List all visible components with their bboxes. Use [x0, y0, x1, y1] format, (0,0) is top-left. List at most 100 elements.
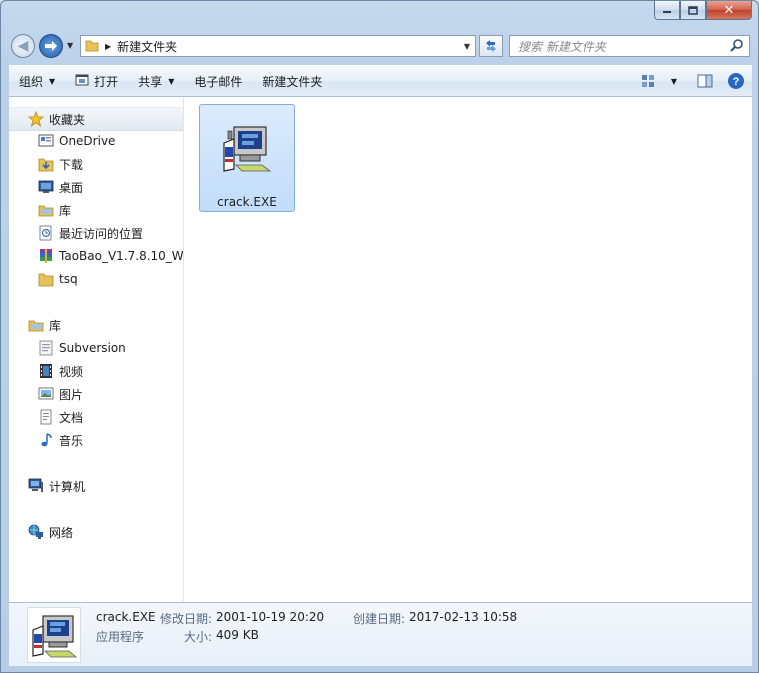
breadcrumb-current[interactable]: 新建文件夹 [117, 38, 177, 55]
close-icon: ✕ [723, 2, 735, 18]
help-icon: ? [728, 73, 744, 89]
chevron-down-icon: ▼ [49, 76, 56, 86]
details-filename: crack.EXE [96, 610, 156, 624]
chevron-down-icon: ▼ [168, 76, 175, 86]
archive-icon [37, 247, 55, 265]
organize-label: 组织 [19, 74, 44, 89]
close-button[interactable]: ✕ [706, 1, 752, 20]
pictures-icon [37, 385, 55, 403]
forward-arrow-icon [45, 41, 57, 51]
organize-menu[interactable]: 组织 ▼ [9, 66, 65, 96]
preview-pane-button[interactable] [690, 74, 720, 88]
view-grid-icon [641, 75, 654, 87]
nav-item-label: OneDrive [59, 134, 116, 148]
nav-favorites[interactable]: 收藏夹 [9, 107, 183, 131]
view-options-dropdown[interactable]: ▼ [664, 77, 684, 86]
open-icon [75, 73, 89, 90]
command-bar: 组织 ▼ 打开 共享 ▼ 电子邮件 新建文件夹 ▼ ? [9, 65, 752, 97]
folder-icon [37, 270, 55, 288]
nav-item-label: tsq [59, 272, 78, 286]
nav-item-label: 库 [59, 203, 72, 218]
nav-computer[interactable]: 计算机 [9, 475, 183, 497]
details-modified-value: 2001-10-19 20:20 [216, 610, 325, 624]
maximize-button[interactable] [680, 1, 706, 20]
library-icon [37, 201, 55, 219]
nav-item-taobao[interactable]: TaoBao_V1.7.8.10_Wi [9, 245, 184, 267]
breadcrumb-arrow-icon[interactable]: ▶ [105, 42, 111, 51]
nav-item-label: 桌面 [59, 180, 84, 195]
details-modified-label: 修改日期: [160, 612, 213, 626]
maximize-icon [688, 5, 698, 15]
nav-item-downloads[interactable]: 下载 [9, 153, 183, 175]
forward-button[interactable] [39, 34, 63, 58]
recent-places-icon [37, 224, 55, 242]
open-button[interactable]: 打开 [65, 66, 128, 96]
file-list[interactable]: crack.EXE [184, 97, 752, 602]
explorer-window: ✕ ◀ ▼ ▶ 新建文件夹 ▼ 搜索 新建文件夹 组织 ▼ 打开 共享 ▼ 电子… [0, 0, 759, 673]
nav-item-documents[interactable]: 文档 [9, 406, 183, 428]
nav-item-videos[interactable]: 视频 [9, 360, 183, 382]
navigation-pane: 收藏夹 OneDrive 下载 桌面 库 最近访问的位置 TaoBao_V1.7… [9, 97, 184, 602]
new-folder-button[interactable]: 新建文件夹 [252, 66, 332, 96]
nav-computer-label: 计算机 [49, 479, 86, 494]
video-icon [37, 362, 55, 380]
svg-text:?: ? [733, 76, 740, 88]
nav-favorites-label: 收藏夹 [49, 112, 86, 127]
minimize-button[interactable] [654, 1, 680, 20]
address-dropdown[interactable]: ▼ [464, 42, 470, 51]
nav-libraries-label: 库 [49, 318, 62, 333]
email-button[interactable]: 电子邮件 [184, 66, 252, 96]
nav-network-label: 网络 [49, 525, 74, 540]
back-arrow-icon: ◀ [17, 38, 29, 54]
details-size-label: 大小: [184, 630, 213, 644]
computer-icon [27, 477, 45, 495]
network-icon [27, 523, 45, 541]
onedrive-icon [37, 132, 55, 150]
view-controls: ▼ ? [634, 72, 752, 90]
email-label: 电子邮件 [194, 74, 243, 89]
libraries-icon [27, 316, 45, 334]
back-button[interactable]: ◀ [11, 34, 35, 58]
search-box[interactable]: 搜索 新建文件夹 [509, 35, 750, 57]
refresh-icon [486, 40, 496, 52]
nav-item-label: 最近访问的位置 [59, 226, 144, 241]
new-folder-label: 新建文件夹 [262, 74, 323, 89]
nav-item-pictures[interactable]: 图片 [9, 383, 183, 405]
nav-item-label: Subversion [59, 341, 126, 355]
installer-exe-icon [27, 607, 81, 663]
nav-item-label: 视频 [59, 364, 84, 379]
refresh-button[interactable] [479, 35, 503, 57]
nav-item-tsq[interactable]: tsq [9, 268, 183, 290]
nav-item-recent-places[interactable]: 最近访问的位置 [9, 222, 183, 244]
nav-item-desktop[interactable]: 桌面 [9, 176, 183, 198]
nav-item-music[interactable]: 音乐 [9, 429, 183, 451]
nav-item-label: 图片 [59, 387, 84, 402]
folder-icon [85, 38, 99, 55]
share-label: 共享 [138, 74, 163, 89]
nav-network[interactable]: 网络 [9, 521, 183, 543]
recent-pages-dropdown[interactable]: ▼ [67, 41, 73, 50]
nav-item-library[interactable]: 库 [9, 199, 183, 221]
installer-exe-icon [220, 121, 274, 178]
file-item-crack-exe[interactable]: crack.EXE [199, 104, 295, 212]
share-menu[interactable]: 共享 ▼ [128, 66, 184, 96]
help-button[interactable]: ? [720, 72, 752, 90]
desktop-icon [37, 178, 55, 196]
details-created-label: 创建日期: [353, 612, 406, 626]
search-input[interactable]: 搜索 新建文件夹 [518, 38, 606, 55]
nav-item-label: TaoBao_V1.7.8.10_Wi [59, 249, 184, 263]
file-name: crack.EXE [217, 195, 277, 209]
nav-item-onedrive[interactable]: OneDrive [9, 130, 183, 152]
nav-item-subversion[interactable]: Subversion [9, 337, 183, 359]
nav-libraries[interactable]: 库 [9, 314, 183, 336]
search-icon[interactable] [730, 38, 744, 55]
preview-pane-icon [697, 74, 713, 88]
nav-item-label: 音乐 [59, 433, 84, 448]
nav-item-label: 文档 [59, 410, 84, 425]
minimize-icon [663, 11, 671, 13]
details-size-value: 409 KB [216, 628, 259, 642]
nav-item-label: 下载 [59, 157, 84, 172]
change-view-button[interactable] [634, 74, 664, 88]
address-bar[interactable]: ▶ 新建文件夹 ▼ [80, 35, 476, 57]
details-pane: crack.EXE 修改日期: 2001-10-19 20:20 创建日期: 2… [9, 602, 752, 666]
